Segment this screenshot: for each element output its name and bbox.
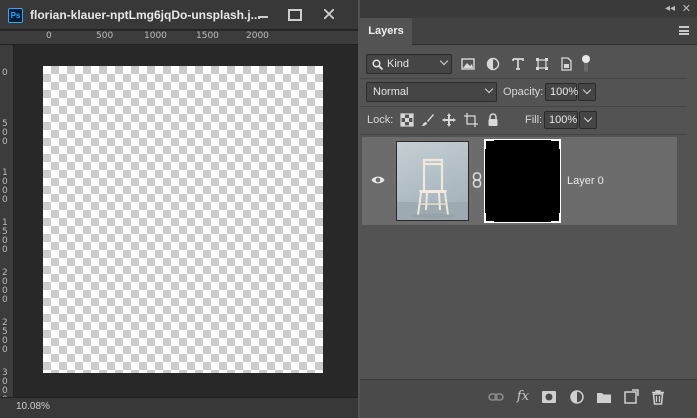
opacity-field[interactable]: 100% [545,83,596,101]
new-layer-icon[interactable] [623,389,639,405]
vertical-ruler[interactable]: 0 500 1000 1500 2000 2500 3000 [0,45,14,405]
canvas-area[interactable] [15,46,358,397]
lock-transparent-pixels-icon[interactable] [400,113,414,127]
ruler-label: 500 [96,31,114,41]
document-window: Ps florian-klauer-nptLmg6jqDo-unsplash.j… [0,0,358,418]
adjustment-filter-icon[interactable] [486,57,500,71]
ruler-label: 0 [46,31,52,41]
layer-name[interactable]: Layer 0 [567,175,604,187]
document-titlebar[interactable]: Ps florian-klauer-nptLmg6jqDo-unsplash.j… [0,0,358,30]
collapse-panels-icon[interactable]: ◂◂ [665,3,675,14]
layers-panel: ◂◂ ✕ Layers Kind Normal Opacity: 100% Lo… [360,0,697,418]
panel-scrollbar[interactable] [687,45,697,385]
mask-selection-corner [484,139,494,149]
panel-topbar: ◂◂ ✕ [360,0,697,18]
fx-icon[interactable]: fx [515,389,531,405]
blend-mode-label: Normal [373,86,409,98]
panel-tabbar: Layers [360,18,697,45]
close-panel-icon[interactable]: ✕ [682,2,691,15]
ruler-label: 2000 [2,268,8,305]
ruler-label: 1500 [2,218,8,255]
chair-image [397,158,468,220]
divider [360,78,697,79]
mask-selection-corner [551,139,561,149]
horizontal-ruler[interactable]: 0 500 1000 1500 2000 [0,31,358,45]
mask-selection-corner [484,213,494,223]
divider [360,134,697,135]
opacity-label: Opacity: [503,86,544,98]
document-title: florian-klauer-nptLmg6jqDo-unsplash.j... [30,8,261,22]
layer-mask-thumbnail[interactable] [484,139,561,223]
kind-filter-label: Kind [387,58,410,70]
add-mask-icon[interactable] [541,389,557,405]
link-layers-icon[interactable] [488,389,504,405]
minimize-button[interactable] [252,5,274,23]
chevron-down-icon [439,56,449,66]
shape-filter-icon[interactable] [535,57,549,71]
layer-thumbnail[interactable] [396,141,469,221]
adjustment-layer-icon[interactable] [569,389,585,405]
link-icon[interactable] [472,172,482,188]
ruler-label: 1000 [144,31,167,41]
mask-selection-corner [551,213,561,223]
layer-row[interactable]: Layer 0 [362,137,677,225]
prevent-auto-nesting-icon[interactable] [464,113,478,127]
type-filter-icon[interactable] [511,57,525,71]
close-document-button[interactable] [318,5,340,23]
transparent-canvas[interactable] [43,66,323,373]
lock-label: Lock: [367,114,394,126]
eye-icon[interactable] [371,175,385,185]
lock-all-icon[interactable] [486,113,500,127]
ruler-label: 1500 [196,31,219,41]
opacity-slider-toggle[interactable] [578,83,596,101]
layers-panel-footer: fx [360,379,697,418]
status-bar: 10.08% [0,397,358,418]
fill-field[interactable]: 100% [544,111,597,129]
ruler-label: 2500 [2,318,8,355]
fill-slider-toggle[interactable] [579,111,597,129]
fill-label: Fill: [525,114,543,126]
new-group-icon[interactable] [596,389,612,405]
filter-toggle-icon[interactable] [581,53,591,75]
ruler-label: 2000 [246,31,269,41]
blend-mode-dropdown[interactable]: Normal [366,82,497,102]
tab-layers[interactable]: Layers [360,18,412,45]
lock-position-icon[interactable] [442,113,456,127]
ruler-label: 0 [2,68,8,78]
chevron-down-icon [484,84,494,94]
lock-image-pixels-icon[interactable] [421,113,435,127]
maximize-button[interactable] [282,5,304,23]
zoom-level[interactable]: 10.08% [16,401,50,412]
photoshop-app-icon: Ps [8,8,23,23]
panel-menu-icon[interactable] [679,26,689,35]
ruler-label: 500 [2,119,8,147]
search-icon [372,59,383,70]
opacity-value: 100% [550,86,579,98]
ruler-label: 1000 [2,168,8,205]
layers-list-empty-area[interactable] [362,226,677,379]
fill-value: 100% [549,114,578,126]
close-icon [324,9,334,19]
divider [360,106,697,107]
smart-object-filter-icon[interactable] [559,57,573,71]
delete-layer-icon[interactable] [650,389,666,405]
kind-filter-dropdown[interactable]: Kind [366,54,452,74]
image-filter-icon[interactable] [461,57,475,71]
